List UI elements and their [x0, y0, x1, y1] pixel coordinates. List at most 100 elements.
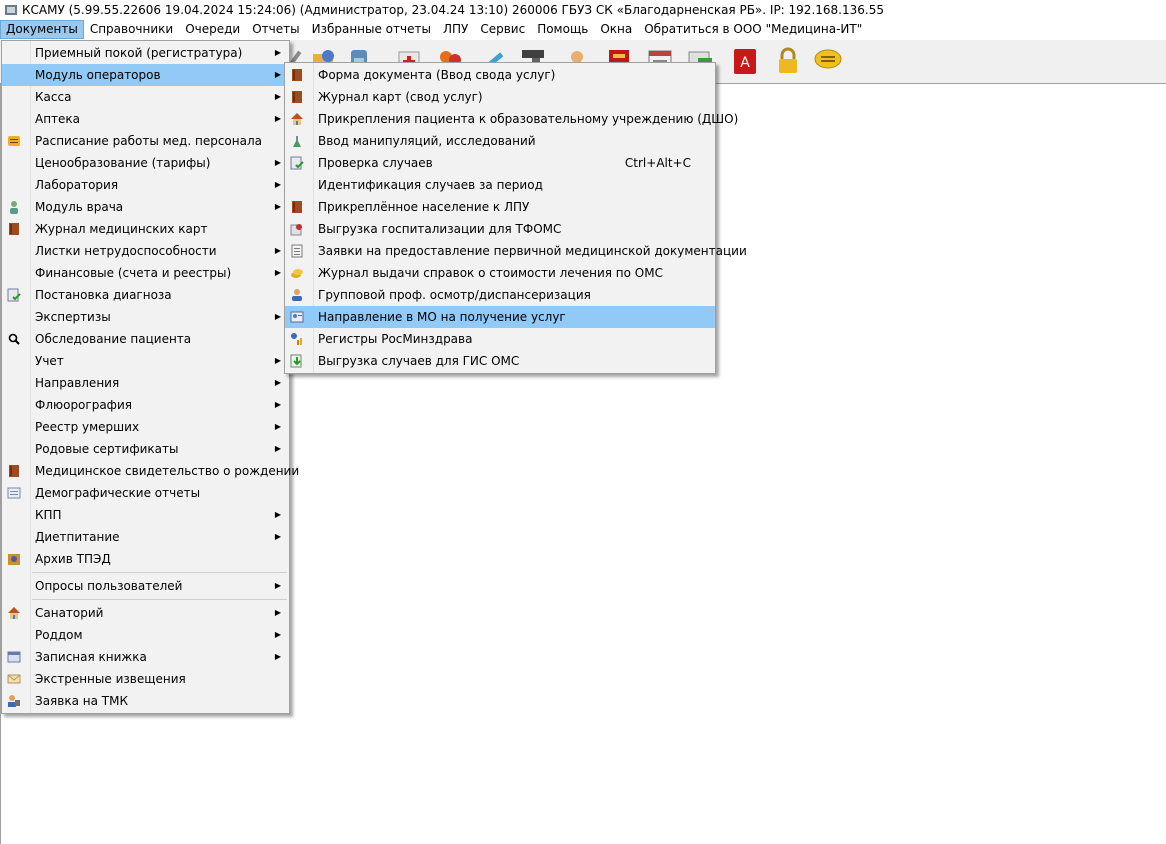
document-icon: [7, 487, 21, 499]
menu-item-demographic-reports[interactable]: Демографические отчеты: [2, 482, 289, 504]
book-icon: [292, 91, 302, 103]
menu-item-sick-leaves[interactable]: Листки нетрудоспособности ▶: [2, 240, 289, 262]
menu-item-label: Реестр умерших: [35, 420, 140, 434]
menu-item-label: Регистры РосМинздрава: [318, 332, 473, 346]
submenu-item-cards-journal[interactable]: Журнал карт (свод услуг): [285, 86, 715, 108]
chart-person-icon: [291, 333, 302, 345]
schedule-icon: [8, 136, 20, 146]
menu-item-patient-exam[interactable]: Обследование пациента: [2, 328, 289, 350]
submenu-item-case-check[interactable]: Проверка случаев Ctrl+Alt+C: [285, 152, 715, 174]
menu-item-label: Расписание работы мед. персонала: [35, 134, 262, 148]
submenu-item-gis-oms-export[interactable]: Выгрузка случаев для ГИС ОМС: [285, 350, 715, 372]
menu-item-pricing[interactable]: Ценообразование (тарифы) ▶: [2, 152, 289, 174]
menu-item-staff-schedule[interactable]: Расписание работы мед. персонала: [2, 130, 289, 152]
chevron-right-icon: ▶: [274, 356, 281, 365]
submenu-item-hospitalization-export[interactable]: Выгрузка госпитализации для ТФОМС: [285, 218, 715, 240]
chevron-right-icon: ▶: [274, 114, 281, 123]
menu-item-birth-medical-certificate[interactable]: Медицинское свидетельство о рождении: [2, 460, 299, 482]
menu-item-label: Направления: [35, 376, 120, 390]
menu-item-birth-certificates[interactable]: Родовые сертификаты ▶: [2, 438, 289, 460]
chat-icon[interactable]: [813, 46, 843, 76]
group-icon: [292, 289, 302, 301]
submenu-item-document-form[interactable]: Форма документа (Ввод свода услуг): [285, 64, 715, 86]
menu-item-financial[interactable]: Финансовые (счета и реестры) ▶: [2, 262, 289, 284]
menu-item-label: Обследование пациента: [35, 332, 192, 346]
submenu-item-group-checkup[interactable]: Групповой проф. осмотр/диспансеризация: [285, 284, 715, 306]
menu-item-label: Выгрузка госпитализации для ТФОМС: [318, 222, 562, 236]
menu-item-tped-archive[interactable]: Архив ТПЭД: [2, 548, 289, 570]
menu-reports[interactable]: Отчеты: [246, 20, 305, 39]
submenu-item-manipulations[interactable]: Ввод манипуляций, исследований: [285, 130, 715, 152]
lock-icon[interactable]: [773, 46, 803, 76]
chevron-right-icon: ▶: [274, 70, 281, 79]
menu-item-label: Модуль врача: [35, 200, 124, 214]
chevron-right-icon: ▶: [274, 312, 281, 321]
menu-item-tmk-request[interactable]: Заявка на ТМК: [2, 690, 289, 712]
menu-item-label: Выгрузка случаев для ГИС ОМС: [318, 354, 520, 368]
menu-item-label: Архив ТПЭД: [35, 552, 111, 566]
menu-item-laboratory[interactable]: Лаборатория ▶: [2, 174, 289, 196]
menu-item-cashdesk[interactable]: Касса ▶: [2, 86, 289, 108]
doctor-icon: [10, 201, 18, 214]
menu-item-label: Прикреплённое население к ЛПУ: [318, 200, 530, 214]
menu-item-reception[interactable]: Приемный покой (регистратура) ▶: [2, 42, 289, 64]
menu-item-emergency-notices[interactable]: Экстренные извещения: [2, 668, 289, 690]
menu-item-notebook[interactable]: Записная книжка ▶: [2, 646, 289, 668]
tmk-icon: [8, 695, 20, 707]
menu-service[interactable]: Сервис: [474, 20, 531, 39]
menu-item-operators-module[interactable]: Модуль операторов ▶: [2, 64, 289, 86]
menu-favorite-reports[interactable]: Избранные отчеты: [306, 20, 437, 39]
menu-item-label: Аптека: [35, 112, 81, 126]
download-icon: [290, 354, 302, 368]
check-doc-icon: [290, 156, 304, 170]
notebook-icon: [7, 651, 21, 663]
menu-item-fluorography[interactable]: Флюорография ▶: [2, 394, 289, 416]
operators-submenu: Форма документа (Ввод свода услуг) Журна…: [284, 62, 747, 374]
menu-documents[interactable]: Документы: [0, 20, 84, 39]
menu-item-death-registry[interactable]: Реестр умерших ▶: [2, 416, 289, 438]
submenu-item-oms-cost-certificates[interactable]: Журнал выдачи справок о стоимости лечени…: [285, 262, 715, 284]
menu-item-label: КПП: [35, 508, 62, 522]
menu-item-medical-cards-journal[interactable]: Журнал медицинских карт: [2, 218, 289, 240]
submenu-item-primary-docs-requests[interactable]: Заявки на предоставление первичной медиц…: [285, 240, 747, 262]
submenu-item-rosminzdrav-registers[interactable]: Регистры РосМинздрава: [285, 328, 715, 350]
menu-item-expertise[interactable]: Экспертизы ▶: [2, 306, 289, 328]
menu-item-label: Диетпитание: [35, 530, 120, 544]
book-icon: [292, 69, 302, 81]
menu-item-accounting[interactable]: Учет ▶: [2, 350, 289, 372]
submenu-item-school-attachment[interactable]: Прикрепления пациента к образовательному…: [285, 108, 738, 130]
menu-item-label: Родовые сертификаты: [35, 442, 179, 456]
menu-item-diet[interactable]: Диетпитание ▶: [2, 526, 289, 548]
chevron-right-icon: ▶: [274, 532, 281, 541]
menu-item-label: Проверка случаев: [318, 156, 433, 170]
window-title: КСАМУ (5.99.55.22606 19.04.2024 15:24:06…: [22, 2, 884, 17]
menu-item-pharmacy[interactable]: Аптека ▶: [2, 108, 289, 130]
menu-queues[interactable]: Очереди: [179, 20, 246, 39]
chevron-right-icon: ▶: [274, 378, 281, 387]
envelope-icon: [7, 674, 21, 684]
menu-item-maternity[interactable]: Роддом ▶: [2, 624, 289, 646]
menu-contact[interactable]: Обратиться в ООО "Медицина-ИТ": [638, 20, 868, 39]
chevron-right-icon: ▶: [274, 510, 281, 519]
menu-item-user-surveys[interactable]: Опросы пользователей ▶: [2, 575, 289, 597]
menu-item-sanatorium[interactable]: Санаторий ▶: [2, 602, 289, 624]
submenu-item-mo-referral[interactable]: Направление в МО на получение услуг: [285, 306, 715, 328]
menu-separator: [32, 572, 287, 573]
menu-help[interactable]: Помощь: [531, 20, 594, 39]
coins-icon: [291, 269, 303, 278]
chevron-right-icon: ▶: [274, 444, 281, 453]
menu-windows[interactable]: Окна: [594, 20, 638, 39]
menu-references[interactable]: Справочники: [84, 20, 179, 39]
menu-item-referrals[interactable]: Направления ▶: [2, 372, 289, 394]
menu-item-label: Направление в МО на получение услуг: [318, 310, 566, 324]
menu-item-doctor-module[interactable]: Модуль врача ▶: [2, 196, 289, 218]
submenu-item-attached-population[interactable]: Прикреплённое население к ЛПУ: [285, 196, 715, 218]
menu-lpu[interactable]: ЛПУ: [437, 20, 474, 39]
menu-item-label: Санаторий: [35, 606, 104, 620]
menu-item-diagnosis[interactable]: Постановка диагноза: [2, 284, 289, 306]
chevron-right-icon: ▶: [274, 652, 281, 661]
chevron-right-icon: ▶: [274, 92, 281, 101]
menu-item-kpp[interactable]: КПП ▶: [2, 504, 289, 526]
submenu-item-case-identification[interactable]: Идентификация случаев за период: [285, 174, 715, 196]
pdf-icon[interactable]: A: [730, 46, 760, 76]
